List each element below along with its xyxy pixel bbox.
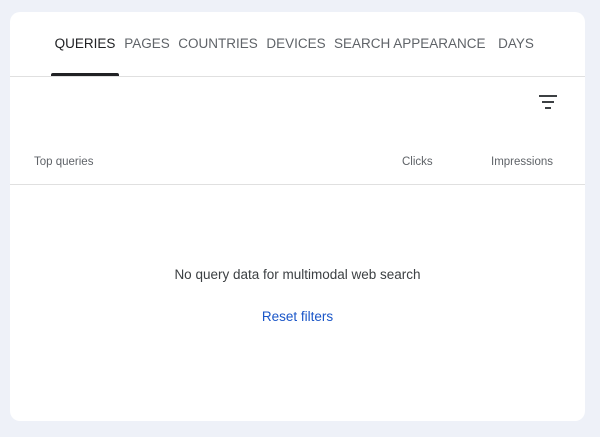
column-header-clicks[interactable]: Clicks: [402, 156, 433, 168]
column-header-impressions[interactable]: Impressions: [491, 156, 553, 168]
filter-button[interactable]: [534, 88, 562, 116]
filter-list-icon: [539, 95, 557, 109]
reset-filters-link[interactable]: Reset filters: [10, 309, 585, 324]
empty-state-message: No query data for multimodal web search: [174, 267, 421, 282]
tab-bar: QUERIES PAGES COUNTRIES DEVICES SEARCH A…: [10, 12, 585, 77]
tab-queries[interactable]: QUERIES: [51, 12, 119, 76]
tab-countries[interactable]: COUNTRIES: [178, 12, 258, 76]
tab-devices[interactable]: DEVICES: [266, 12, 326, 76]
table-header: Top queries Clicks Impressions: [10, 140, 585, 185]
tab-days[interactable]: DAYS: [494, 12, 538, 76]
column-header-top-queries[interactable]: Top queries: [34, 156, 93, 168]
tab-pages[interactable]: PAGES: [123, 12, 171, 76]
performance-card: QUERIES PAGES COUNTRIES DEVICES SEARCH A…: [10, 12, 585, 421]
tab-search-appearance[interactable]: SEARCH APPEARANCE: [334, 12, 486, 76]
active-tab-indicator: [51, 73, 119, 76]
